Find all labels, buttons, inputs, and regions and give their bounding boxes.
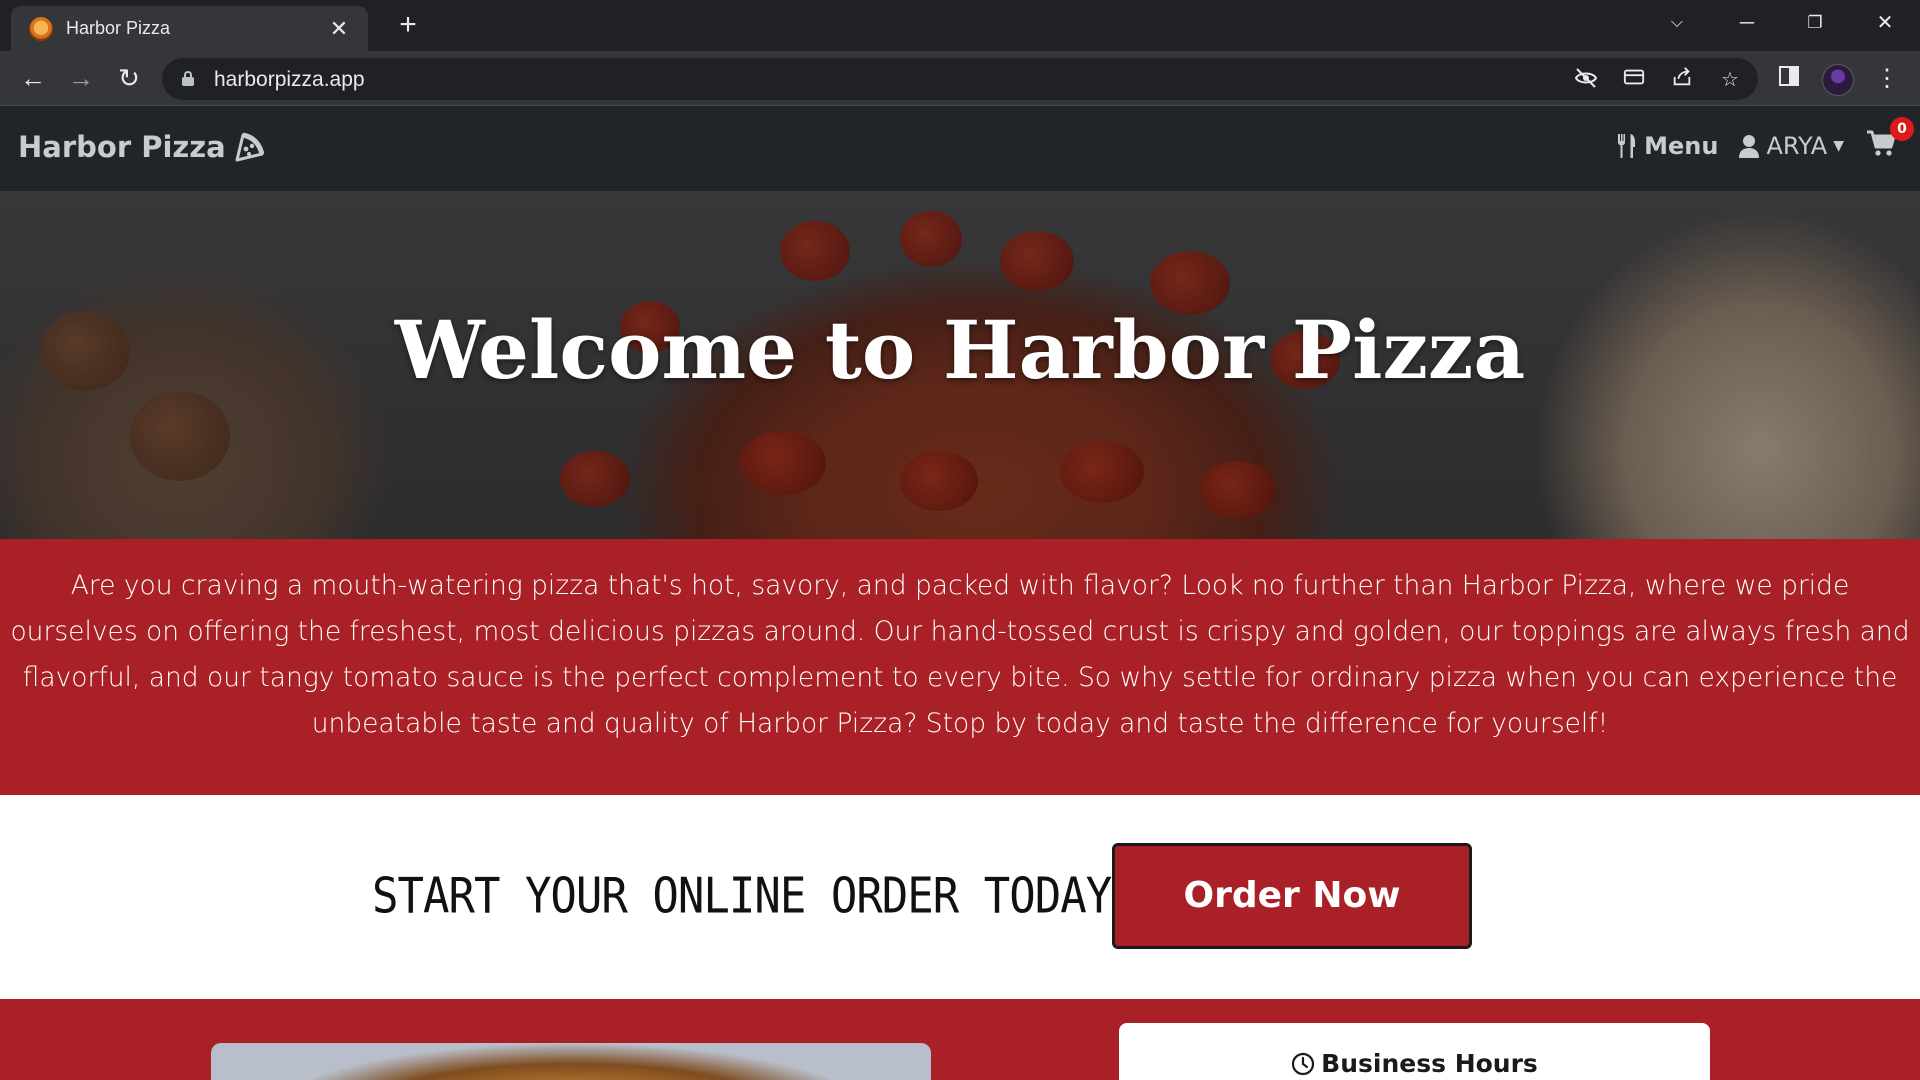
nav-menu-label[interactable]: Menu: [1644, 132, 1718, 160]
info-section: Business Hours: [0, 999, 1920, 1080]
pizza-slice-icon: [234, 132, 265, 162]
forward-icon[interactable]: →: [64, 62, 98, 96]
brand[interactable]: Harbor Pizza: [18, 130, 265, 164]
cta-section: START YOUR ONLINE ORDER TODAY! Order Now: [0, 795, 1920, 999]
more-icon[interactable]: ⋮: [1870, 62, 1904, 96]
intro-paragraph: Are you craving a mouth-watering pizza t…: [10, 570, 1910, 739]
tab-title: Harbor Pizza: [66, 18, 171, 38]
clock-icon: [1292, 1052, 1315, 1075]
hero-banner: Welcome to Harbor Pizza: [0, 191, 1920, 539]
pizza-favicon-icon: [29, 16, 53, 41]
close-icon[interactable]: ✕: [326, 16, 352, 42]
browser-tabstrip: Harbor Pizza ✕ + ⌵ ─ ❐ ✕: [0, 0, 1920, 51]
plus-icon[interactable]: +: [392, 10, 424, 42]
back-icon[interactable]: ←: [16, 62, 50, 96]
intro-section: Are you craving a mouth-watering pizza t…: [0, 539, 1920, 795]
user-icon: [1739, 135, 1760, 158]
browser-toolbar: ← → ↻ harborpizza.app ☆ ⋮: [0, 51, 1920, 106]
minimize-icon[interactable]: ─: [1722, 6, 1772, 40]
caret-down-icon: ▼: [1833, 138, 1844, 154]
eye-off-icon[interactable]: [1572, 66, 1600, 94]
brand-name[interactable]: Harbor Pizza: [18, 130, 226, 164]
business-hours-heading: Business Hours: [1119, 1049, 1710, 1078]
nav-menu-link[interactable]: Menu: [1616, 132, 1718, 160]
window-close-icon[interactable]: ✕: [1860, 6, 1910, 40]
share-icon[interactable]: [1668, 66, 1696, 94]
address-bar[interactable]: harborpizza.app ☆: [162, 58, 1758, 100]
card-icon[interactable]: [1620, 66, 1648, 94]
cart-button[interactable]: 0: [1866, 117, 1914, 162]
pizza-photo: [211, 1043, 931, 1080]
site-navbar: Harbor Pizza Menu ARYA ▼ 0: [0, 106, 1920, 191]
url-text[interactable]: harborpizza.app: [214, 68, 365, 92]
order-now-button[interactable]: Order Now: [1112, 843, 1472, 949]
cart-count-badge: 0: [1890, 117, 1914, 141]
reload-icon[interactable]: ↻: [112, 62, 146, 96]
hero-title: Welcome to Harbor Pizza: [394, 303, 1526, 397]
business-hours-card: Business Hours: [1119, 1023, 1710, 1080]
tab-search-chevron-icon[interactable]: ⌵: [1652, 6, 1702, 40]
user-name[interactable]: ARYA: [1766, 132, 1827, 160]
lock-icon[interactable]: [182, 71, 194, 86]
nav-right: Menu ARYA ▼ 0: [1596, 117, 1914, 162]
user-dropdown[interactable]: ARYA ▼: [1738, 132, 1844, 160]
business-hours-title: Business Hours: [1321, 1049, 1538, 1078]
utensils-icon: [1618, 134, 1636, 158]
browser-tab[interactable]: Harbor Pizza ✕: [11, 6, 368, 51]
restore-icon[interactable]: ❐: [1790, 6, 1840, 40]
cta-headline: START YOUR ONLINE ORDER TODAY!: [372, 867, 1138, 926]
sidepanel-icon[interactable]: [1772, 62, 1806, 96]
profile-avatar[interactable]: [1822, 64, 1854, 96]
star-icon[interactable]: ☆: [1716, 66, 1744, 94]
